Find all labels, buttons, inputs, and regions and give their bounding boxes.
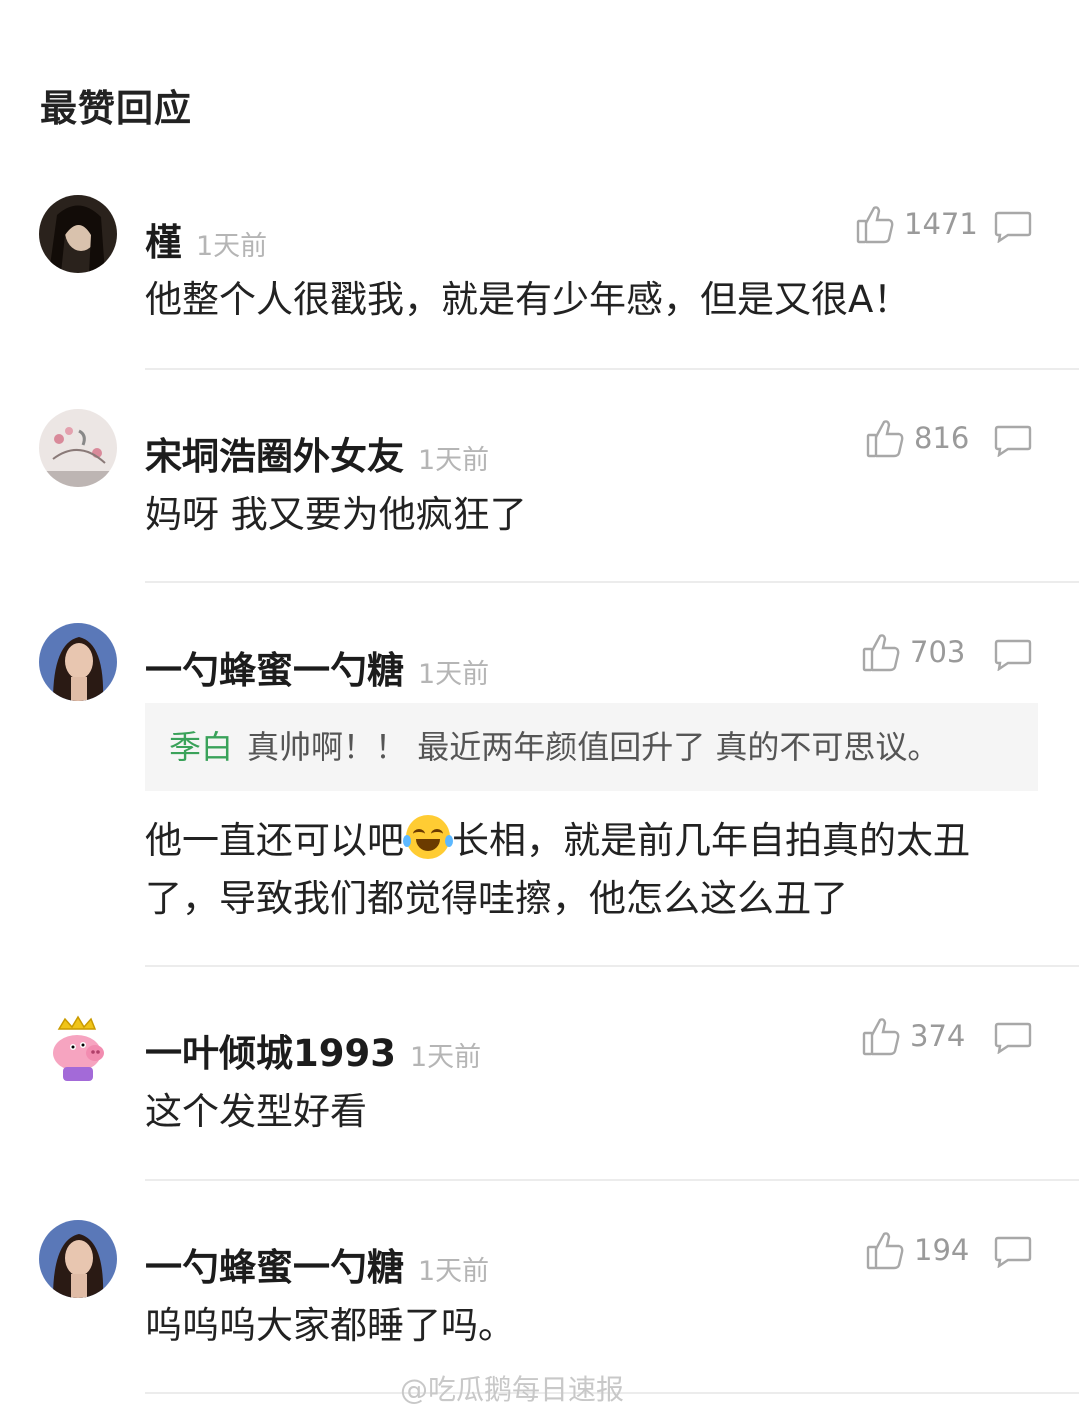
comment-bubble-icon	[994, 211, 1032, 244]
comment-author[interactable]: 槿 1天前	[145, 212, 267, 266]
thumbs-up-icon	[866, 420, 904, 458]
like-count: 374	[910, 1019, 966, 1053]
comment-text-line: 他一直还可以吧 长相，就是前几年自拍真的太丑	[145, 812, 1035, 870]
reply-button[interactable]	[994, 1236, 1032, 1269]
comment-bubble-icon	[994, 1236, 1032, 1269]
comment-text: 呜呜呜大家都睡了吗。	[145, 1304, 515, 1347]
comment-time: 1天前	[418, 445, 490, 476]
author-name[interactable]: 一叶倾城1993	[145, 1032, 396, 1075]
comment-time: 1天前	[196, 231, 268, 262]
like-button[interactable]: 703	[862, 632, 965, 672]
avatar[interactable]	[39, 623, 117, 701]
laughing-tears-emoji-icon	[403, 815, 453, 859]
comment-time: 1天前	[409, 1042, 482, 1073]
like-count: 703	[910, 635, 966, 669]
author-name[interactable]: 一勺蜂蜜一勺糖	[145, 1246, 404, 1289]
avatar[interactable]	[39, 409, 117, 487]
comment-author[interactable]: 一叶倾城1993 1天前	[145, 1023, 481, 1077]
reply-button[interactable]	[994, 211, 1032, 244]
author-name[interactable]: 一勺蜂蜜一勺糖	[145, 649, 404, 692]
comment-bubble-icon	[994, 639, 1032, 672]
thumbs-up-icon	[866, 1232, 904, 1270]
like-count: 194	[914, 1233, 970, 1267]
comment-time: 1天前	[418, 659, 490, 690]
comment-text: 妈呀 我又要为他疯狂了	[145, 493, 527, 536]
divider	[145, 368, 1079, 370]
like-count: 1471	[904, 207, 978, 241]
reply-button[interactable]	[994, 1022, 1032, 1055]
thumbs-up-icon	[862, 634, 900, 672]
divider	[145, 581, 1079, 583]
comment-bubble-icon	[994, 1022, 1032, 1055]
avatar[interactable]	[39, 195, 117, 273]
comment-text-part: 他一直还可以吧	[145, 819, 404, 862]
avatar[interactable]	[39, 1220, 117, 1298]
quoted-reply[interactable]: 季白 真帅啊！！ 最近两年颜值回升了 真的不可思议。	[145, 703, 1038, 791]
watermark: @吃瓜鹅每日速报	[400, 1373, 625, 1406]
comment-author[interactable]: 一勺蜂蜜一勺糖 1天前	[145, 1237, 489, 1291]
divider	[145, 1179, 1079, 1181]
quoted-text: 真帅啊！！ 最近两年颜值回升了 真的不可思议。	[247, 728, 940, 766]
author-name[interactable]: 宋垌浩圈外女友	[145, 435, 404, 478]
reply-button[interactable]	[994, 639, 1032, 672]
like-button[interactable]: 1471	[856, 204, 978, 244]
comment-text-part: 长相，就是前几年自拍真的太丑	[452, 819, 970, 862]
section-title: 最赞回应	[40, 87, 192, 130]
comment-bubble-icon	[994, 425, 1032, 458]
comment-author[interactable]: 一勺蜂蜜一勺糖 1天前	[145, 640, 489, 694]
comment-text-line: 了，导致我们都觉得哇擦，他怎么这么丑了	[145, 877, 848, 920]
comment-text: 他整个人很戳我，就是有少年感，但是又很A！	[145, 278, 911, 321]
divider	[145, 965, 1079, 967]
reply-button[interactable]	[994, 425, 1032, 458]
avatar[interactable]	[39, 1007, 117, 1085]
thumbs-up-icon	[862, 1018, 900, 1056]
comment-time: 1天前	[418, 1256, 490, 1287]
like-button[interactable]: 816	[866, 418, 969, 458]
like-button[interactable]: 194	[866, 1230, 969, 1270]
like-count: 816	[914, 421, 970, 455]
like-button[interactable]: 374	[862, 1016, 965, 1056]
author-name[interactable]: 槿	[145, 221, 182, 264]
comment-text: 他一直还可以吧 长相，就是前几年自拍真的太丑 了，导致我们都觉得哇擦，他怎么这么丑…	[145, 812, 1035, 928]
quoted-author[interactable]: 季白	[169, 728, 233, 766]
thumbs-up-icon	[856, 206, 894, 244]
comment-author[interactable]: 宋垌浩圈外女友 1天前	[145, 426, 489, 480]
comment-text: 这个发型好看	[145, 1090, 367, 1133]
